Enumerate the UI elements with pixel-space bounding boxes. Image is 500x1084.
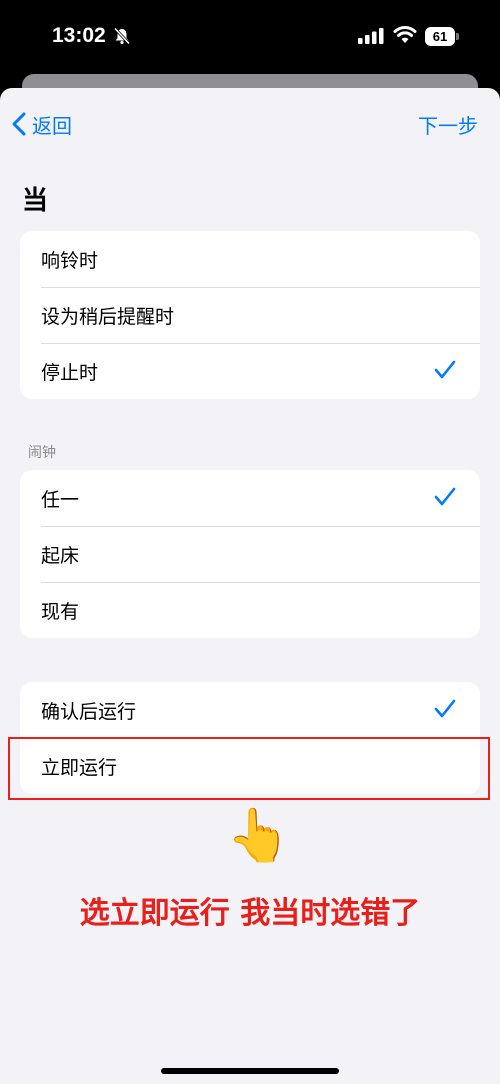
checkmark-icon [434, 360, 456, 379]
home-indicator[interactable] [161, 1068, 339, 1074]
option-label: 确认后运行 [41, 700, 137, 723]
option-label: 设为稍后提醒时 [41, 305, 175, 328]
battery-cap [456, 33, 459, 40]
option-stopped[interactable]: 停止时 [20, 343, 480, 399]
option-any[interactable]: 任一 [20, 470, 480, 526]
annotation-highlight-box [8, 737, 490, 800]
back-label: 返回 [32, 113, 72, 138]
status-bar: 13:02 61 [0, 0, 500, 76]
option-existing[interactable]: 现有 [20, 582, 480, 638]
next-button[interactable]: 下一步 [418, 110, 478, 139]
automation-sheet: 返回 下一步 当 响铃时 设为稍后提醒时 停止时 闹钟 任一 起床 现有 确认后… [0, 88, 500, 1084]
section-title: 当 [22, 186, 49, 216]
back-button[interactable]: 返回 [12, 110, 72, 138]
option-ringing[interactable]: 响铃时 [20, 231, 480, 287]
pointing-hand-icon: 👆 [226, 806, 291, 866]
checkmark-icon [434, 699, 456, 718]
status-time: 13:02 [52, 24, 106, 47]
wifi-icon [393, 25, 417, 49]
alarm-group-header: 闹钟 [28, 445, 56, 461]
checkmark-icon [434, 487, 456, 506]
trigger-options-group: 响铃时 设为稍后提醒时 停止时 [20, 231, 480, 399]
battery-indicator: 61 [425, 27, 455, 46]
option-label: 起床 [41, 544, 80, 567]
option-label: 现有 [41, 600, 80, 623]
option-label: 响铃时 [41, 249, 99, 272]
option-label: 任一 [41, 488, 80, 511]
option-snoozed[interactable]: 设为稍后提醒时 [20, 287, 480, 343]
chevron-left-icon [12, 112, 26, 136]
option-run-after-confirmation[interactable]: 确认后运行 [20, 682, 480, 738]
alarm-options-group: 任一 起床 现有 [20, 470, 480, 638]
option-wake-up[interactable]: 起床 [20, 526, 480, 582]
option-label: 停止时 [41, 361, 99, 384]
annotation-caption: 选立即运行 我当时选错了 [79, 896, 421, 931]
bell-muted-icon [113, 27, 131, 49]
cellular-signal-icon [358, 28, 384, 48]
